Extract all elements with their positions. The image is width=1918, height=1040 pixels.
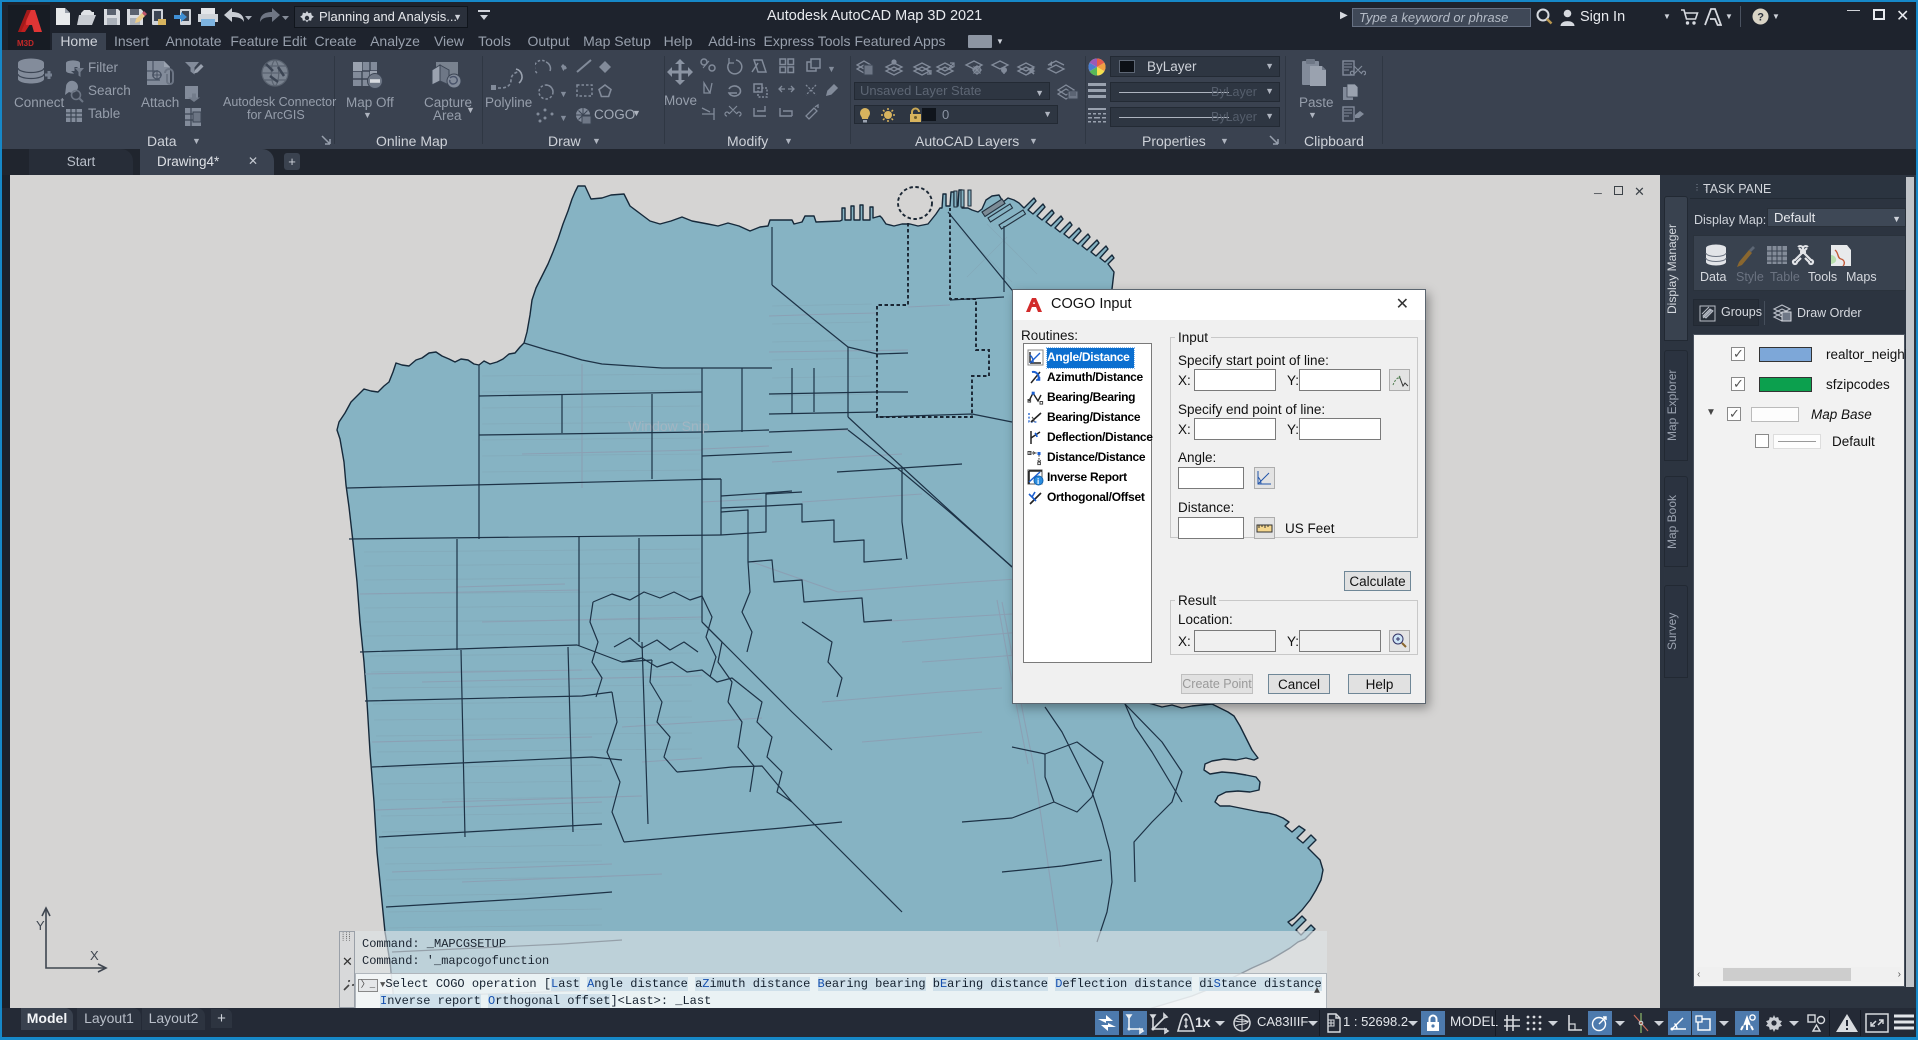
svg-text:X: X [90,948,99,963]
svg-text:?: ? [1757,12,1764,24]
svg-text:Y: Y [36,918,45,933]
svg-text:▼: ▼ [827,64,836,74]
svg-text:i: i [1037,477,1039,486]
svg-text:▼: ▼ [559,89,568,99]
svg-text:M3D: M3D [17,39,34,48]
svg-text:▼: ▼ [559,63,568,73]
svg-text:▼: ▼ [559,113,568,123]
svg-text:Window Snip: Window Snip [628,418,710,434]
